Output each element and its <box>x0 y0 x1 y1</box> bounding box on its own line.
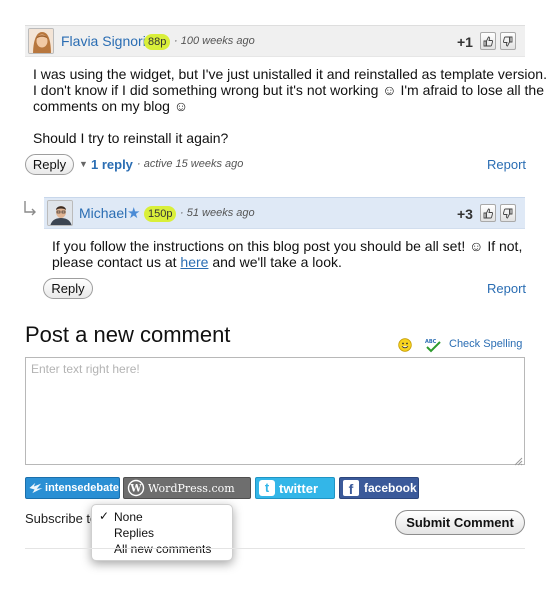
facebook-logo-icon: f <box>343 480 359 497</box>
intensedebate-login-button[interactable]: intensedebate <box>25 477 120 499</box>
expand-replies-arrow-icon[interactable]: ▼ <box>79 159 88 169</box>
active-time: · active 15 weeks ago <box>137 158 244 170</box>
reply-indent-arrow-icon <box>22 200 38 223</box>
intensedebate-logo-icon <box>29 482 43 494</box>
smiley-icon[interactable] <box>398 338 412 357</box>
svg-text:W: W <box>129 484 142 495</box>
comment-textarea[interactable] <box>25 357 525 465</box>
avatar[interactable] <box>28 28 54 54</box>
facebook-label: facebook <box>364 481 417 495</box>
reply-button[interactable]: Reply <box>43 278 93 299</box>
report-link[interactable]: Report <box>487 281 526 296</box>
reputation-badge: 88p <box>144 34 171 50</box>
contact-link[interactable]: here <box>180 254 208 270</box>
subscribe-label: Subscribe to <box>25 511 98 526</box>
wordpress-login-button[interactable]: W WordPress.com <box>123 477 251 499</box>
comment-body-line: comments on my blog ☺ <box>33 98 189 114</box>
comment-author[interactable]: Flavia Signori <box>61 33 146 49</box>
avatar[interactable] <box>47 200 73 226</box>
reply-score: +3 <box>457 206 473 222</box>
intensedebate-label: intensedebate <box>45 482 119 494</box>
submit-comment-button[interactable]: Submit Comment <box>395 510 525 535</box>
comment-body-line: I was using the widget, but I've just un… <box>33 66 547 82</box>
thumbs-down-icon[interactable] <box>500 204 516 222</box>
star-icon: ★ <box>127 205 141 222</box>
thumbs-down-icon[interactable] <box>500 32 516 50</box>
reply-time: · 51 weeks ago <box>180 207 255 219</box>
spellcheck-icon[interactable]: ABC <box>424 337 442 358</box>
twitter-logo-icon: t <box>259 480 275 496</box>
comment-body-line: Should I try to reinstall it again? <box>33 130 229 146</box>
check-spelling-link[interactable]: Check Spelling <box>449 338 522 350</box>
reply-body-text: and we'll take a look. <box>208 254 342 270</box>
reputation-badge: 150p <box>144 206 177 222</box>
post-comment-heading: Post a new comment <box>25 322 231 347</box>
thumbs-up-icon[interactable] <box>480 32 496 50</box>
comment-time: · 100 weeks ago <box>174 35 255 47</box>
report-link[interactable]: Report <box>487 157 526 172</box>
reply-body-line: please contact us at here and we'll take… <box>52 254 342 270</box>
facebook-login-button[interactable]: f facebook <box>339 477 419 499</box>
replies-toggle[interactable]: 1 reply <box>91 157 133 172</box>
thumbs-up-icon[interactable] <box>480 204 496 222</box>
subscribe-option-none[interactable]: None <box>114 510 143 524</box>
subscribe-option-all[interactable]: All new comments <box>114 542 211 556</box>
svg-text:ABC: ABC <box>425 339 437 345</box>
reply-button[interactable]: Reply <box>25 154 74 175</box>
comment-body-line: I don't know if I did something wrong bu… <box>33 82 545 98</box>
wordpress-logo-icon: W <box>127 479 145 497</box>
divider <box>25 548 525 549</box>
twitter-login-button[interactable]: t twitter <box>255 477 335 499</box>
wordpress-label: WordPress.com <box>148 481 235 495</box>
reply-author[interactable]: Michael <box>79 205 127 221</box>
subscribe-option-replies[interactable]: Replies <box>114 526 154 540</box>
subscribe-dropdown[interactable]: ✓ None Replies All new comments <box>91 504 233 561</box>
twitter-label: twitter <box>279 480 318 496</box>
reply-body-text: please contact us at <box>52 254 181 270</box>
reply-body-line: If you follow the instructions on this b… <box>52 238 523 254</box>
resize-handle-icon[interactable] <box>513 453 523 471</box>
comment-score: +1 <box>457 34 473 50</box>
checkmark-icon: ✓ <box>99 509 110 523</box>
